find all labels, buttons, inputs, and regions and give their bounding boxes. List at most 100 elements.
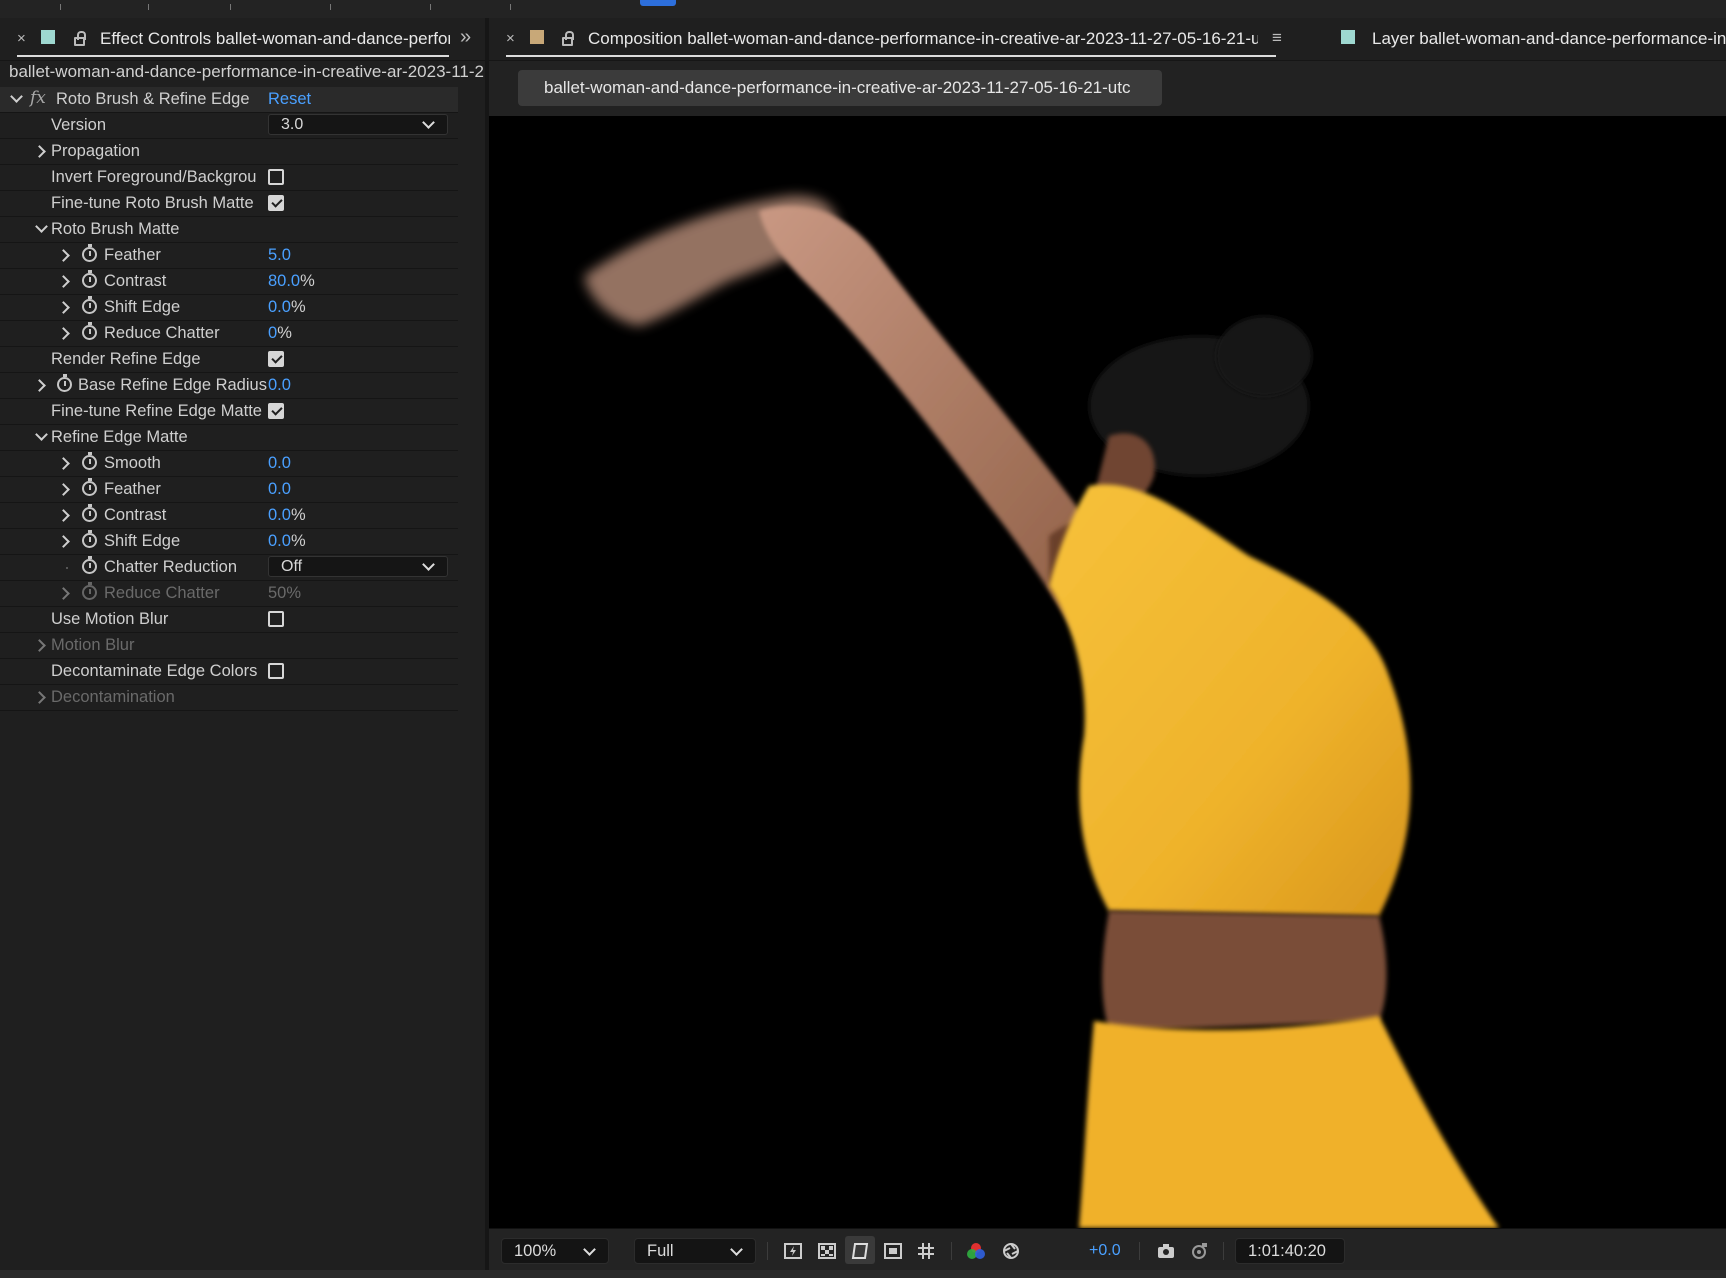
invert-checkbox[interactable] (268, 169, 284, 185)
lock-icon[interactable] (74, 31, 86, 46)
property-row-decontaminate: Decontaminate Edge Colors (0, 659, 458, 685)
property-value[interactable]: 0.0 (268, 454, 291, 473)
property-value[interactable]: 5.0 (268, 246, 291, 265)
timecode-display[interactable]: 1:01:40:20 (1235, 1238, 1345, 1264)
stopwatch-icon[interactable] (82, 478, 97, 496)
chevron-right-icon[interactable] (57, 301, 70, 314)
stopwatch-icon[interactable] (82, 452, 97, 470)
timecode-value: 1:01:40:20 (1248, 1242, 1326, 1260)
property-row-reduce-chatter-2: Reduce Chatter 50% (0, 581, 458, 607)
label-color-swatch (530, 30, 544, 44)
chevron-right-icon[interactable] (33, 145, 46, 158)
property-value[interactable]: 0.0 (268, 480, 291, 499)
resolution-value: Full (647, 1242, 674, 1260)
show-snapshot-icon[interactable] (1189, 1241, 1209, 1261)
property-label: Motion Blur (51, 636, 135, 654)
property-label: Base Refine Edge Radius (78, 376, 267, 394)
chevron-right-icon[interactable] (57, 535, 70, 548)
stopwatch-icon[interactable] (57, 374, 72, 392)
chevron-right-icon[interactable] (57, 483, 70, 496)
dropdown-chevron-icon (730, 1243, 743, 1256)
property-label: Feather (104, 480, 161, 498)
camera-icon[interactable] (1156, 1241, 1176, 1261)
property-value[interactable]: 0.0% (268, 532, 306, 551)
dropdown-chevron-icon (583, 1243, 596, 1256)
dropdown-chevron-icon (422, 116, 435, 129)
resolution-dropdown[interactable]: Full (634, 1238, 756, 1264)
composition-panel: × Composition ballet-woman-and-dance-per… (489, 18, 1726, 1271)
close-icon[interactable]: × (17, 30, 26, 47)
render-refine-checkbox[interactable] (268, 351, 284, 367)
chevron-down-icon[interactable] (35, 428, 48, 441)
finetune-roto-checkbox[interactable] (268, 195, 284, 211)
property-label: Contrast (104, 506, 167, 524)
chevron-down-icon[interactable] (10, 90, 23, 103)
close-icon[interactable]: × (506, 30, 515, 47)
effect-controls-tabbar: × Effect Controls ballet-woman-and-dance… (0, 18, 485, 61)
property-row-chatter-reduction: Chatter Reduction Off (0, 555, 458, 581)
bottom-panel-edge (0, 1270, 1726, 1278)
composition-selector[interactable]: ballet-woman-and-dance-performance-in-cr… (518, 70, 1162, 106)
chevron-right-icon[interactable] (57, 457, 70, 470)
property-group-refine-matte[interactable]: Refine Edge Matte (0, 425, 458, 451)
dancer-image (584, 195, 1499, 1228)
stopwatch-icon[interactable] (82, 504, 97, 522)
layer-tab-title[interactable]: Layer ballet-woman-and-dance-performance… (1372, 29, 1726, 49)
fx-icon[interactable]: fx (30, 88, 46, 108)
stopwatch-icon[interactable] (82, 244, 97, 262)
chevron-down-icon[interactable] (35, 220, 48, 233)
finetune-refine-checkbox[interactable] (268, 403, 284, 419)
property-label: Reduce Chatter (104, 584, 220, 602)
property-value[interactable]: 0.0% (268, 298, 306, 317)
chevron-right-icon[interactable] (57, 275, 70, 288)
stopwatch-icon[interactable] (82, 296, 97, 314)
fast-previews-icon[interactable] (783, 1241, 803, 1261)
transparency-grid-icon[interactable] (817, 1241, 837, 1261)
composition-tab-title[interactable]: Composition ballet-woman-and-dance-perfo… (588, 29, 1258, 49)
effect-controls-tab-title[interactable]: Effect Controls ballet-woman-and-dance-p… (100, 29, 450, 49)
property-row-base-refine-radius: Base Refine Edge Radius 0.0 (0, 373, 458, 399)
property-label: Shift Edge (104, 532, 181, 550)
property-value[interactable]: 0% (268, 324, 292, 343)
version-dropdown[interactable]: 3.0 (268, 114, 448, 135)
motion-blur-checkbox[interactable] (268, 611, 284, 627)
property-row-finetune-roto: Fine-tune Roto Brush Matte (0, 191, 458, 217)
chevron-right-icon[interactable] (33, 379, 46, 392)
effect-header-row[interactable]: fx Roto Brush & Refine Edge Reset (0, 87, 458, 113)
exposure-value[interactable]: +0.0 (1089, 1242, 1121, 1260)
divider (951, 1242, 952, 1260)
property-label: Decontaminate Edge Colors (51, 662, 258, 680)
active-tool-highlight[interactable] (640, 0, 676, 6)
property-group-roto-matte[interactable]: Roto Brush Matte (0, 217, 458, 243)
stopwatch-icon[interactable] (82, 530, 97, 548)
chatter-reduction-dropdown[interactable]: Off (268, 556, 448, 577)
stopwatch-icon[interactable] (82, 270, 97, 288)
chevron-right-icon[interactable] (57, 509, 70, 522)
decontaminate-checkbox[interactable] (268, 663, 284, 679)
zoom-dropdown[interactable]: 100% (501, 1238, 609, 1264)
mask-visibility-icon[interactable] (850, 1241, 870, 1261)
property-label: Refine Edge Matte (51, 428, 188, 446)
panel-overflow-icon[interactable]: » (460, 26, 471, 49)
stopwatch-icon[interactable] (82, 556, 97, 574)
reset-exposure-icon[interactable] (1001, 1241, 1021, 1261)
chevron-right-icon[interactable] (57, 249, 70, 262)
color-channels-icon[interactable] (966, 1241, 986, 1261)
property-row-propagation[interactable]: Propagation (0, 139, 458, 165)
composition-viewer[interactable] (489, 116, 1726, 1228)
lock-icon[interactable] (562, 31, 574, 46)
property-value[interactable]: 0.0% (268, 506, 306, 525)
region-of-interest-icon[interactable] (883, 1241, 903, 1261)
property-row-shift-edge-2: Shift Edge 0.0% (0, 529, 458, 555)
property-value[interactable]: 80.0% (268, 272, 315, 291)
stopwatch-icon[interactable] (82, 322, 97, 340)
reset-link[interactable]: Reset (268, 90, 311, 109)
guides-icon[interactable] (916, 1241, 936, 1261)
property-row-motion-blur: Motion Blur (0, 633, 458, 659)
panel-menu-icon[interactable]: ≡ (1272, 28, 1282, 48)
divider (767, 1242, 768, 1260)
property-value[interactable]: 0.0 (268, 376, 291, 395)
stopwatch-icon (82, 582, 97, 600)
chevron-right-icon[interactable] (57, 327, 70, 340)
property-row-contrast: Contrast 80.0% (0, 269, 458, 295)
